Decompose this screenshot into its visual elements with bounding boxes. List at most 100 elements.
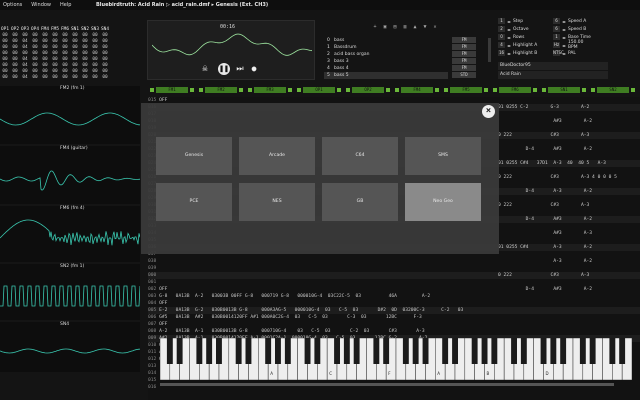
piano-black-key[interactable]	[285, 338, 291, 364]
piano-black-key[interactable]	[482, 338, 488, 364]
channel-tab[interactable]: FM1	[148, 87, 196, 94]
piano-black-key[interactable]	[590, 338, 596, 364]
setting-value[interactable]: 16	[498, 50, 505, 56]
piano-black-key[interactable]	[521, 338, 527, 364]
channel-tab[interactable]: OP1	[295, 87, 343, 94]
piano-black-key[interactable]	[423, 338, 429, 364]
channel-tab[interactable]: OP2	[344, 87, 392, 94]
channel-tab[interactable]: FM2	[197, 87, 245, 94]
piano-black-key[interactable]	[314, 338, 320, 364]
instrument-item[interactable]: 4 bass 4	[324, 65, 448, 72]
piano-black-key[interactable]	[373, 338, 379, 364]
setting-value[interactable]: 1	[498, 18, 505, 24]
channel-tab[interactable]: FM4	[393, 87, 441, 94]
piano-black-key[interactable]	[265, 338, 271, 364]
channel-toggle[interactable]	[239, 88, 243, 92]
system-button-genesis[interactable]: Genesis	[156, 137, 232, 175]
piano-black-key[interactable]	[442, 338, 448, 364]
instrument-item[interactable]: 1 Bassdrum	[324, 44, 448, 51]
stepper-arrows[interactable]: ◂▸	[562, 19, 566, 24]
stepper-arrows[interactable]: ◂▸	[507, 43, 511, 48]
stepper-arrows[interactable]: ◂▸	[507, 51, 511, 56]
stepper-arrows[interactable]: ◂▸	[507, 27, 511, 32]
instrument-item[interactable]: 0 bass	[324, 37, 448, 44]
system-button-sms[interactable]: SMS	[405, 137, 481, 175]
channel-toggle[interactable]	[199, 88, 203, 92]
piano-black-key[interactable]	[403, 338, 409, 364]
author-field[interactable]: BlueDoctor95	[498, 62, 608, 70]
instrument-scrollbar[interactable]	[488, 38, 491, 62]
piano-black-key[interactable]	[216, 338, 222, 364]
setting-value[interactable]: 6	[553, 26, 560, 32]
piano-black-key[interactable]	[609, 338, 615, 364]
step-next-button[interactable]: ⏭	[234, 63, 246, 75]
piano-black-key[interactable]	[541, 338, 547, 364]
instrument-item[interactable]: 5 bass 5	[324, 72, 448, 79]
setting-value[interactable]: 0	[498, 34, 505, 40]
instrument-item[interactable]: 2 acid bass organ	[324, 51, 448, 58]
channel-toggle[interactable]	[395, 88, 399, 92]
setting-value[interactable]: 1	[553, 34, 560, 40]
channel-toggle[interactable]	[297, 88, 301, 92]
channel-toggle[interactable]	[190, 88, 194, 92]
menu-help[interactable]: Help	[60, 2, 71, 8]
stepper-arrows[interactable]: ◂▸	[562, 27, 566, 32]
system-button-gb[interactable]: GB	[322, 183, 398, 221]
song-name-field[interactable]: Acid Rain	[498, 71, 608, 79]
stepper-arrows[interactable]: ◂▸	[562, 51, 566, 56]
stepper-arrows[interactable]: ◂▸	[507, 19, 511, 24]
duplicate-icon[interactable]: ▣	[382, 25, 388, 30]
channel-toggle[interactable]	[484, 88, 488, 92]
piano-black-key[interactable]	[580, 338, 586, 364]
setting-value[interactable]: NTSC	[553, 50, 560, 56]
channel-tab[interactable]: SN1	[540, 87, 588, 94]
channel-toggle[interactable]	[346, 88, 350, 92]
system-button-neo-geo[interactable]: Neo Geo	[405, 183, 481, 221]
add-icon[interactable]: +	[372, 25, 378, 30]
channel-toggle[interactable]	[533, 88, 537, 92]
channel-toggle[interactable]	[386, 88, 390, 92]
piano-black-key[interactable]	[275, 338, 281, 364]
piano-black-key[interactable]	[344, 338, 350, 364]
piano-black-key[interactable]	[413, 338, 419, 364]
stepper-arrows[interactable]: ◂▸	[562, 43, 566, 48]
channel-tab[interactable]: FM3	[246, 87, 294, 94]
instrument-item[interactable]: 3 bass 3	[324, 58, 448, 65]
system-button-arcade[interactable]: Arcade	[239, 137, 315, 175]
piano-black-key[interactable]	[511, 338, 517, 364]
channel-toggle[interactable]	[435, 88, 439, 92]
down-icon[interactable]: ▼	[422, 25, 428, 30]
channel-toggle[interactable]	[542, 88, 546, 92]
channel-tab[interactable]: SN2	[589, 87, 637, 94]
channel-toggle[interactable]	[337, 88, 341, 92]
channel-tab[interactable]: FM5	[442, 87, 490, 94]
system-button-c64[interactable]: C64	[322, 137, 398, 175]
channel-toggle[interactable]	[582, 88, 586, 92]
piano-black-key[interactable]	[383, 338, 389, 364]
setting-value[interactable]: Hz	[553, 42, 560, 48]
up-icon[interactable]: ▲	[412, 25, 418, 30]
close-icon[interactable]: ×	[482, 105, 495, 118]
piano-black-key[interactable]	[305, 338, 311, 364]
channel-tab[interactable]: FM6	[491, 87, 539, 94]
channel-toggle[interactable]	[288, 88, 292, 92]
menu-options[interactable]: Options	[3, 2, 22, 8]
channel-toggle[interactable]	[150, 88, 154, 92]
piano-black-key[interactable]	[354, 338, 360, 364]
piano-black-key[interactable]	[560, 338, 566, 364]
piano-black-key[interactable]	[334, 338, 340, 364]
piano-black-key[interactable]	[550, 338, 556, 364]
piano-black-key[interactable]	[452, 338, 458, 364]
channel-toggle[interactable]	[591, 88, 595, 92]
stepper-arrows[interactable]: ◂▸	[507, 35, 511, 40]
system-button-nes[interactable]: NES	[239, 183, 315, 221]
delete-icon[interactable]: ✕	[432, 25, 438, 30]
pause-button[interactable]: ❚❚	[218, 63, 230, 75]
piano-black-key[interactable]	[491, 338, 497, 364]
piano-black-key[interactable]	[236, 338, 242, 364]
piano-scrollbar[interactable]	[160, 383, 614, 386]
piano-black-key[interactable]	[177, 338, 183, 364]
setting-value[interactable]: 2	[498, 26, 505, 32]
system-button-pce[interactable]: PCE	[156, 183, 232, 221]
channel-toggle[interactable]	[444, 88, 448, 92]
